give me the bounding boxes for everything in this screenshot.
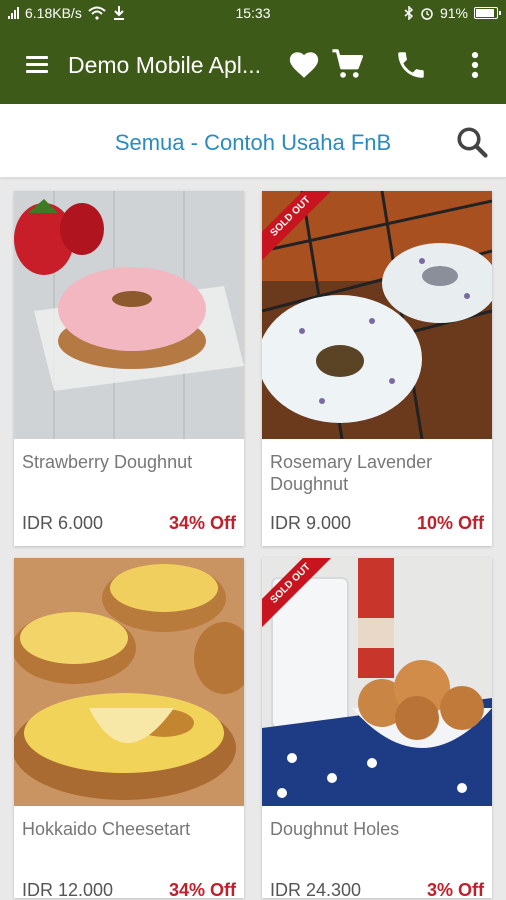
- product-name: Doughnut Holes: [270, 819, 400, 839]
- product-image-doughnut-holes: [262, 558, 492, 806]
- app-bar: Demo Mobile Apl...: [0, 28, 506, 104]
- product-image-strawberry-doughnut: [14, 191, 244, 439]
- category-title[interactable]: Semua - Contoh Usaha FnB: [0, 130, 506, 156]
- product-discount: 34% Off: [168, 513, 236, 533]
- category-bar: Semua - Contoh Usaha FnB: [0, 104, 506, 178]
- product-card[interactable]: Hokkaido Cheesetart IDR 12.000 34% Off: [14, 558, 244, 898]
- product-price: IDR 6.000: [22, 513, 104, 533]
- menu-icon[interactable]: [26, 56, 48, 74]
- bluetooth-icon: [404, 6, 414, 20]
- product-card[interactable]: SOLD OUT Rosemary Lavender Doughnut IDR …: [262, 191, 492, 546]
- app-title: Demo Mobile Apl...: [68, 52, 262, 78]
- status-bar: 6.18KB/s 15:33 91%: [0, 0, 506, 28]
- product-discount: 34% Off: [168, 880, 236, 898]
- cart-icon[interactable]: [331, 48, 365, 82]
- product-price: IDR 24.300: [270, 880, 362, 898]
- product-discount: 3% Off: [426, 880, 484, 898]
- product-image-hokkaido-cheesetart: [14, 558, 244, 806]
- product-card[interactable]: SOLD OUT Doughnut Holes IDR 24.300 3% Of…: [262, 558, 492, 898]
- product-name: Hokkaido Cheesetart: [22, 819, 191, 839]
- product-name: Strawberry Doughnut: [22, 452, 193, 472]
- product-name: Rosemary Lavender Doughnut: [270, 452, 433, 494]
- more-vert-icon[interactable]: [458, 48, 492, 82]
- battery-icon: [474, 7, 501, 19]
- product-card[interactable]: Strawberry Doughnut IDR 6.000 34% Off: [14, 191, 244, 546]
- product-price: IDR 9.000: [270, 513, 352, 533]
- product-discount: 10% Off: [416, 513, 484, 533]
- search-icon[interactable]: [454, 124, 490, 160]
- product-image-rosemary-lavender-doughnut: [262, 191, 492, 439]
- heart-icon[interactable]: [287, 48, 321, 82]
- battery-percent: 91%: [439, 5, 468, 21]
- alarm-icon: [421, 8, 433, 20]
- phone-icon[interactable]: [394, 48, 428, 82]
- product-price: IDR 12.000: [22, 880, 114, 898]
